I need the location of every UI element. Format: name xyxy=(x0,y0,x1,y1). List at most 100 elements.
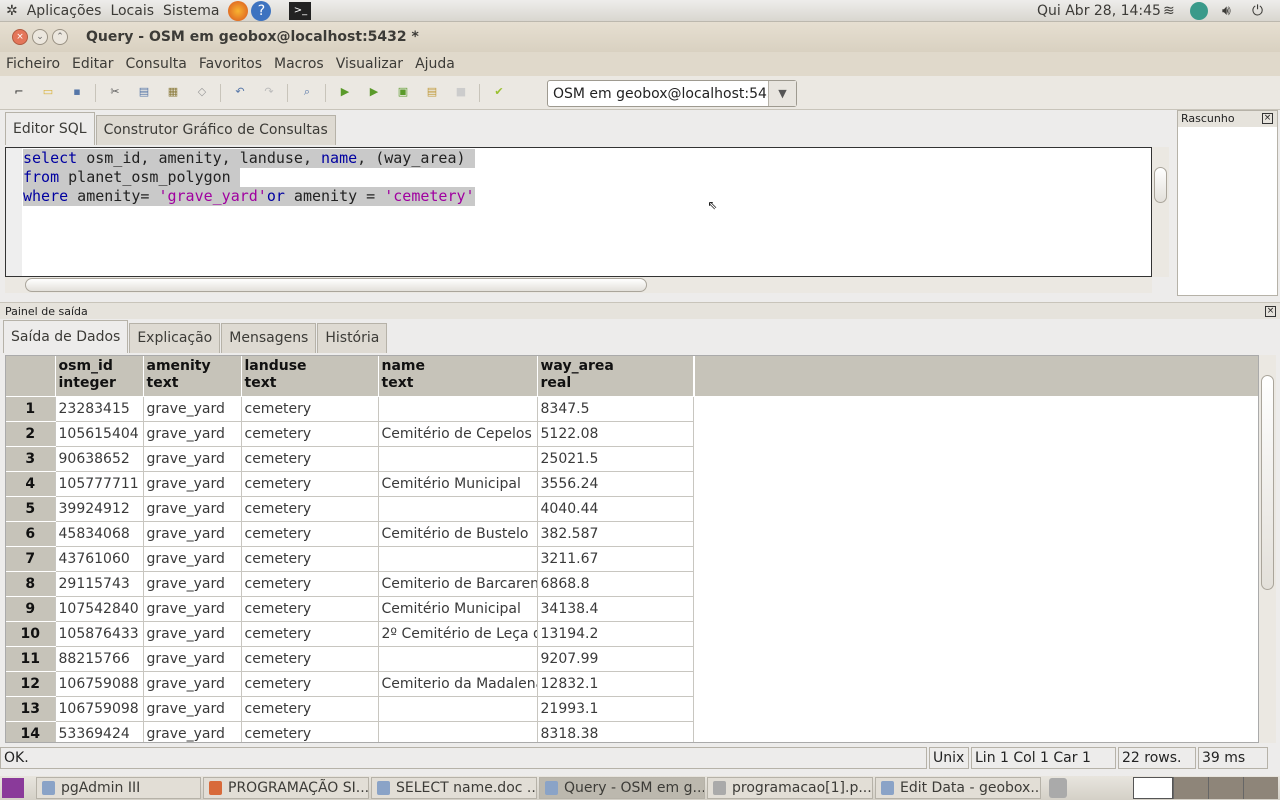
cell-landuse[interactable]: cemetery xyxy=(241,521,379,547)
help-icon[interactable]: ? xyxy=(251,0,272,21)
cell-landuse[interactable]: cemetery xyxy=(241,446,379,472)
cell-landuse[interactable]: cemetery xyxy=(241,571,379,597)
workspace-1[interactable] xyxy=(1133,777,1173,799)
explain-icon[interactable]: ▣ xyxy=(393,85,413,101)
cell-way_area[interactable]: 3556.24 xyxy=(537,471,694,497)
cell-amenity[interactable]: grave_yard xyxy=(143,421,242,447)
connection-select[interactable]: OSM em geobox@localhost:5432 ▼ xyxy=(547,80,797,107)
cell-amenity[interactable]: grave_yard xyxy=(143,696,242,722)
cell-name[interactable]: Cemiterio da Madalena xyxy=(378,671,538,697)
row-number[interactable]: 11 xyxy=(6,646,56,672)
copy-icon[interactable]: ▤ xyxy=(134,85,154,101)
paste-icon[interactable]: ▦ xyxy=(163,85,183,101)
cell-osm_id[interactable]: 105876433 xyxy=(55,621,144,647)
task-query[interactable]: Query - OSM em g... xyxy=(539,777,705,799)
cell-landuse[interactable]: cemetery xyxy=(241,471,379,497)
tab-query-builder[interactable]: Construtor Gráfico de Consultas xyxy=(95,115,336,145)
cell-osm_id[interactable]: 53369424 xyxy=(55,721,144,742)
wifi-icon[interactable]: ≋ xyxy=(1163,3,1175,19)
cell-landuse[interactable]: cemetery xyxy=(241,696,379,722)
menu-favoritos[interactable]: Favoritos xyxy=(193,56,268,72)
table-row[interactable]: 11 88215766 grave_yard cemetery 9207.99 xyxy=(6,646,694,672)
row-number[interactable]: 7 xyxy=(6,546,56,572)
cell-name[interactable] xyxy=(378,546,538,572)
cell-landuse[interactable]: cemetery xyxy=(241,596,379,622)
cell-landuse[interactable]: cemetery xyxy=(241,421,379,447)
chevron-down-icon[interactable]: ▼ xyxy=(768,81,796,106)
cancel-icon[interactable]: ■ xyxy=(451,85,471,101)
editor-vertical-scrollbar[interactable] xyxy=(1152,147,1169,277)
redo-icon[interactable]: ↷ xyxy=(259,85,279,101)
table-row[interactable]: 8 29115743 grave_yard cemetery Cemiterio de … xyxy=(6,571,694,597)
find-icon[interactable]: ⌕ xyxy=(297,85,317,101)
cell-way_area[interactable]: 6868.8 xyxy=(537,571,694,597)
cut-icon[interactable]: ✂ xyxy=(105,85,125,101)
table-row[interactable]: 13 106759098 grave_yard cemetery 21993.1 xyxy=(6,696,694,722)
row-number[interactable]: 4 xyxy=(6,471,56,497)
cell-osm_id[interactable]: 43761060 xyxy=(55,546,144,572)
update-icon[interactable] xyxy=(1190,2,1208,20)
firefox-icon[interactable] xyxy=(228,0,249,21)
row-number[interactable]: 8 xyxy=(6,571,56,597)
cell-osm_id[interactable]: 105777711 xyxy=(55,471,144,497)
cell-name[interactable]: Cemitério Municipal xyxy=(378,596,538,622)
clock[interactable]: Qui Abr 28, 14:45 xyxy=(1037,3,1161,19)
cell-way_area[interactable]: 5122.08 xyxy=(537,421,694,447)
open-icon[interactable]: ▭ xyxy=(38,85,58,101)
close-window-button[interactable]: × xyxy=(12,29,28,45)
cell-amenity[interactable]: grave_yard xyxy=(143,596,242,622)
cell-osm_id[interactable]: 45834068 xyxy=(55,521,144,547)
cell-osm_id[interactable]: 107542840 xyxy=(55,596,144,622)
cell-landuse[interactable]: cemetery xyxy=(241,546,379,572)
cell-osm_id[interactable]: 39924912 xyxy=(55,496,144,522)
cell-osm_id[interactable]: 106759088 xyxy=(55,671,144,697)
cell-landuse[interactable]: cemetery xyxy=(241,496,379,522)
new-icon[interactable]: ⌐ xyxy=(9,85,29,101)
sql-editor[interactable]: select osm_id, amenity, landuse, name, (… xyxy=(5,147,1152,277)
row-number[interactable]: 1 xyxy=(6,396,56,422)
maximize-window-button[interactable]: ⌃ xyxy=(52,29,68,45)
menu-places[interactable]: Locais xyxy=(110,3,154,19)
save-icon[interactable]: ▪ xyxy=(67,85,87,101)
cell-name[interactable] xyxy=(378,496,538,522)
table-row[interactable]: 10 105876433 grave_yard cemetery 2º Cemitéri… xyxy=(6,621,694,647)
column-header-name[interactable]: name text xyxy=(378,356,538,397)
cell-name[interactable] xyxy=(378,721,538,742)
column-header-way_area[interactable]: way_area real xyxy=(537,356,694,397)
cell-osm_id[interactable]: 88215766 xyxy=(55,646,144,672)
execute-file-icon[interactable]: ▶ xyxy=(364,85,384,101)
cell-way_area[interactable]: 34138.4 xyxy=(537,596,694,622)
cell-name[interactable] xyxy=(378,646,538,672)
tab-history[interactable]: História xyxy=(317,323,388,353)
cell-amenity[interactable]: grave_yard xyxy=(143,671,242,697)
cell-amenity[interactable]: grave_yard xyxy=(143,521,242,547)
explain-analyze-icon[interactable]: ▤ xyxy=(422,85,442,101)
minimize-window-button[interactable]: ⌄ xyxy=(32,29,48,45)
cell-amenity[interactable]: grave_yard xyxy=(143,471,242,497)
cell-amenity[interactable]: grave_yard xyxy=(143,571,242,597)
execute-icon[interactable]: ▶ xyxy=(335,85,355,101)
cell-landuse[interactable]: cemetery xyxy=(241,396,379,422)
cell-way_area[interactable]: 3211.67 xyxy=(537,546,694,572)
cell-amenity[interactable]: grave_yard xyxy=(143,621,242,647)
editor-horizontal-scrollbar[interactable] xyxy=(5,277,1152,293)
cell-amenity[interactable]: grave_yard xyxy=(143,396,242,422)
volume-icon[interactable]: 🔊︎ xyxy=(1222,3,1231,19)
cell-amenity[interactable]: grave_yard xyxy=(143,446,242,472)
cell-landuse[interactable]: cemetery xyxy=(241,671,379,697)
menu-applications[interactable]: Aplicações xyxy=(27,3,102,19)
table-row[interactable]: 2 105615404 grave_yard cemetery Cemitério de… xyxy=(6,421,694,447)
row-number[interactable]: 10 xyxy=(6,621,56,647)
cell-name[interactable] xyxy=(378,446,538,472)
menu-system[interactable]: Sistema xyxy=(163,3,219,19)
cell-name[interactable] xyxy=(378,696,538,722)
cell-name[interactable] xyxy=(378,396,538,422)
cell-amenity[interactable]: grave_yard xyxy=(143,496,242,522)
row-number[interactable]: 2 xyxy=(6,421,56,447)
table-row[interactable]: 12 106759088 grave_yard cemetery Cemiterio d… xyxy=(6,671,694,697)
cell-osm_id[interactable]: 29115743 xyxy=(55,571,144,597)
task-select-doc[interactable]: SELECT name.doc ... xyxy=(371,777,537,799)
corner-cell[interactable] xyxy=(6,356,56,397)
cell-name[interactable]: Cemitério Municipal xyxy=(378,471,538,497)
table-row[interactable]: 9 107542840 grave_yard cemetery Cemitério Mu… xyxy=(6,596,694,622)
